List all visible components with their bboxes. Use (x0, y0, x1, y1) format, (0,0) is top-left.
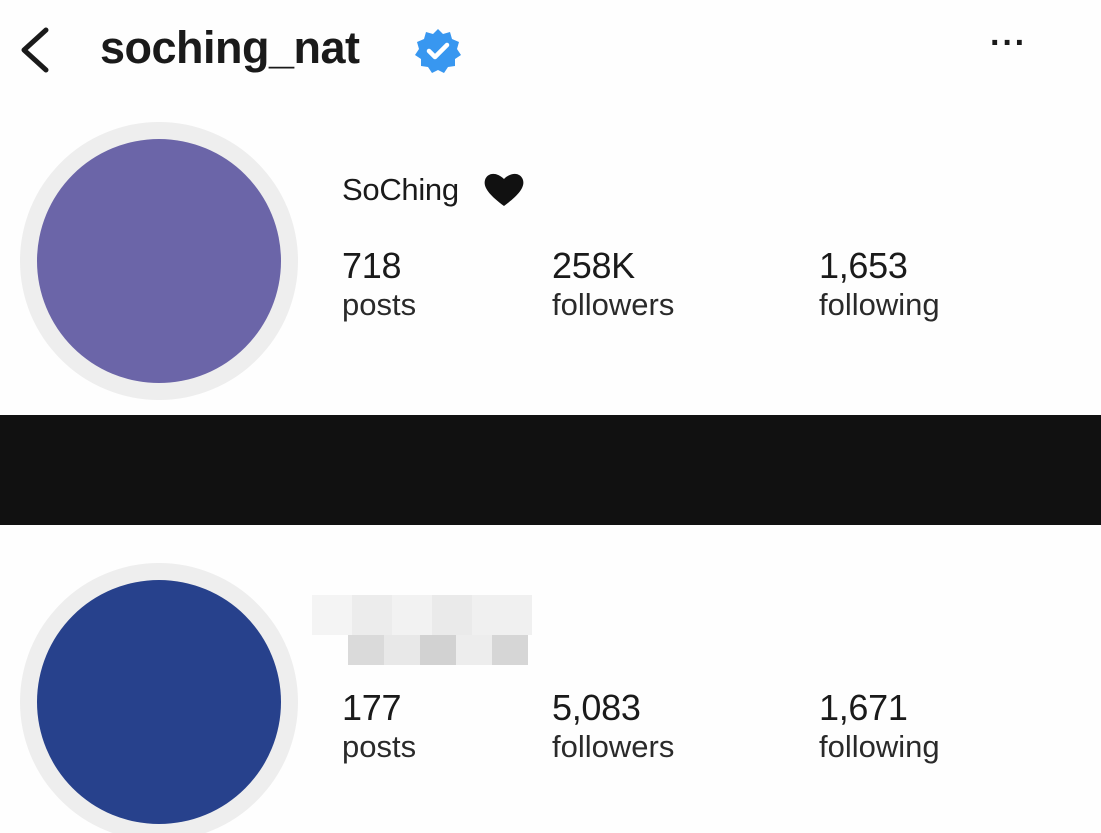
profile-panel-top: soching_nat ··· SoChing 718 posts 258K f… (0, 0, 1101, 415)
profile-username: soching_nat (100, 22, 360, 73)
followers-count: 258K (552, 245, 635, 286)
followers-label: followers (552, 287, 675, 322)
followers-stat[interactable]: 258K followers (552, 246, 674, 324)
posts-count: 718 (342, 245, 402, 286)
posts-stat[interactable]: 177 posts (342, 688, 416, 766)
posts-stat[interactable]: 718 posts (342, 246, 416, 324)
following-stat[interactable]: 1,671 following (819, 688, 940, 766)
posts-label: posts (342, 287, 417, 322)
following-count: 1,653 (819, 245, 908, 286)
black-heart-icon (484, 173, 524, 206)
avatar[interactable] (20, 122, 298, 400)
profile-panel-bottom: 177 posts 5,083 followers 1,671 followin… (0, 525, 1101, 833)
avatar-image (37, 580, 281, 824)
chevron-left-icon[interactable] (14, 24, 58, 76)
posts-label: posts (342, 729, 417, 764)
following-label: following (819, 729, 940, 764)
following-label: following (819, 287, 940, 322)
divider-bar (0, 415, 1101, 525)
followers-label: followers (552, 729, 675, 764)
verified-badge-icon (415, 29, 461, 73)
obscured-display-name (312, 595, 532, 665)
followers-count: 5,083 (552, 687, 641, 728)
following-count: 1,671 (819, 687, 908, 728)
display-name: SoChing (342, 172, 459, 207)
more-options-icon[interactable]: ··· (990, 26, 1040, 68)
following-stat[interactable]: 1,653 following (819, 246, 940, 324)
posts-count: 177 (342, 687, 402, 728)
followers-stat[interactable]: 5,083 followers (552, 688, 674, 766)
avatar[interactable] (20, 563, 298, 833)
avatar-image (37, 139, 281, 383)
